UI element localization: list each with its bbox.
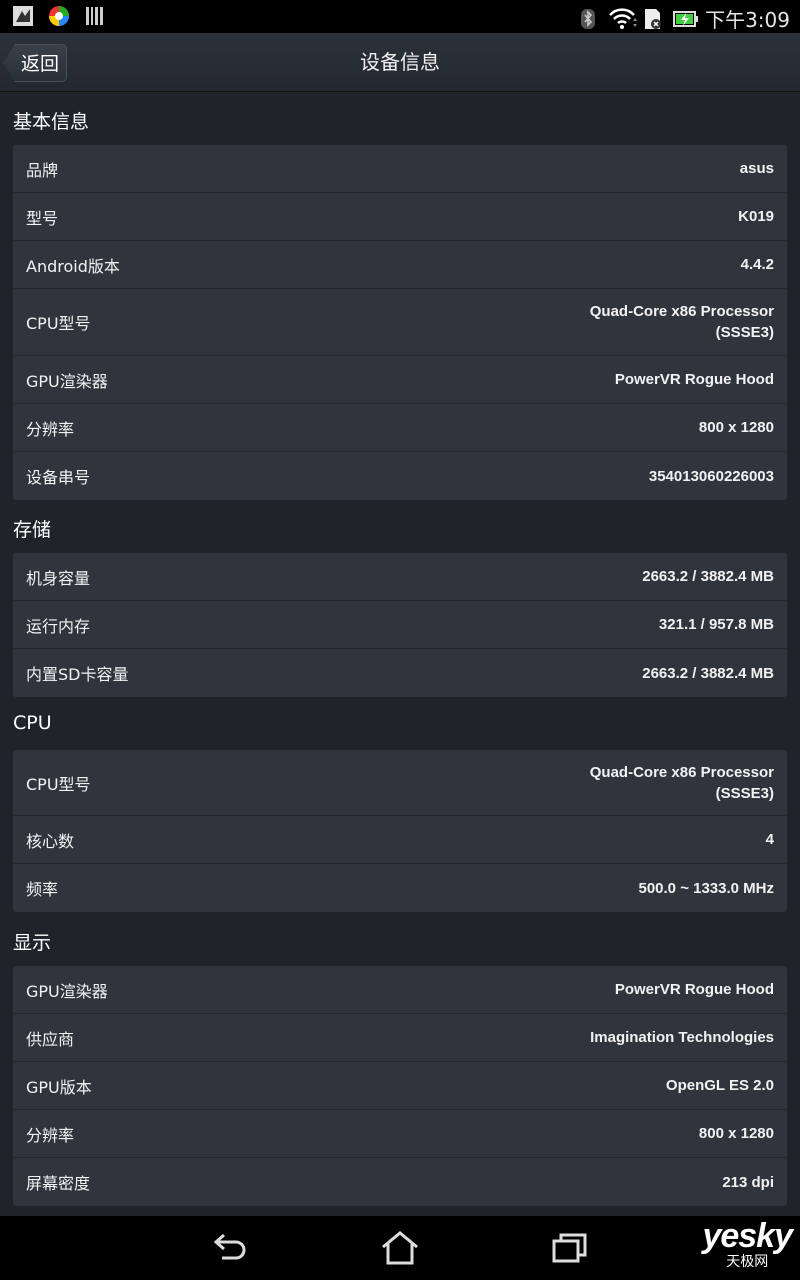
list-item: 分辨率 800 x 1280 [13,1110,787,1158]
section-group-display: GPU渲染器 PowerVR Rogue Hood 供应商 Imaginatio… [13,966,787,1206]
list-item: 供应商 Imagination Technologies [13,1014,787,1062]
row-value: Quad-Core x86 Processor (SSSE3) [589,763,774,802]
barcode-icon [84,5,106,27]
watermark-logo: yesky [702,1217,793,1255]
list-item: 运行内存 321.1 / 957.8 MB [13,601,787,649]
colorful-app-icon [48,5,70,27]
list-item: 分辨率 800 x 1280 [13,404,787,452]
section-title-basic: 基本信息 [13,111,90,133]
list-item: 设备串号 354013060226003 [13,452,787,500]
recent-apps-icon[interactable] [550,1230,590,1266]
section-group-storage: 机身容量 2663.2 / 3882.4 MB 运行内存 321.1 / 957… [13,553,787,697]
notification-app-icon [12,5,34,27]
row-value: Imagination Technologies [590,1029,774,1046]
list-item: 机身容量 2663.2 / 3882.4 MB [13,553,787,601]
row-label: GPU版本 [26,1077,92,1097]
status-time: 下午3:09 [705,8,790,32]
home-nav-icon[interactable] [380,1230,420,1266]
section-title-display: 显示 [13,932,52,954]
row-value: 800 x 1280 [698,1125,774,1142]
row-label: 分辨率 [26,419,75,439]
row-value: 4 [765,831,774,848]
row-label: 核心数 [26,831,75,851]
page-title: 设备信息 [360,50,440,74]
row-label: 供应商 [26,1029,75,1049]
list-item: 内置SD卡容量 2663.2 / 3882.4 MB [13,649,787,697]
row-label: 机身容量 [26,568,91,588]
row-label: GPU渲染器 [26,981,108,1001]
row-value: OpenGL ES 2.0 [665,1077,774,1094]
row-label: CPU型号 [26,774,91,794]
row-value: 800 x 1280 [698,419,774,436]
back-button[interactable]: 返回 [3,44,67,82]
row-value: K019 [738,208,774,225]
row-label: 分辨率 [26,1125,75,1145]
row-label: 品牌 [26,160,59,180]
row-label: GPU渲染器 [26,371,108,391]
row-value: PowerVR Rogue Hood [614,981,774,998]
row-value: Quad-Core x86 Processor (SSSE3) [589,303,774,341]
sd-card-icon [641,8,663,30]
battery-charging-icon [673,8,699,30]
row-label: 频率 [26,880,59,899]
list-item: 型号 K019 [13,193,787,241]
navigation-bar [0,1216,800,1280]
section-title-cpu: CPU [13,712,52,734]
row-value: 354013060226003 [648,467,774,485]
list-item: 频率 500.0 ~ 1333.0 MHz [13,864,787,912]
action-bar: 返回 设备信息 [0,33,800,92]
back-nav-icon[interactable] [210,1230,250,1266]
list-item: CPU型号 Quad-Core x86 Processor (SSSE3) [13,289,787,356]
list-item: Android版本 4.4.2 [13,241,787,289]
list-item: GPU渲染器 PowerVR Rogue Hood [13,356,787,404]
section-group-basic: 品牌 asus 型号 K019 Android版本 4.4.2 CPU型号 Qu… [13,145,787,500]
list-item: 屏幕密度 213 dpi [13,1158,787,1206]
bluetooth-icon [577,8,599,30]
list-item: 品牌 asus [13,145,787,193]
row-value: 500.0 ~ 1333.0 MHz [638,879,774,897]
row-label: 内置SD卡容量 [26,665,129,684]
list-item: GPU渲染器 PowerVR Rogue Hood [13,966,787,1014]
device-info-list[interactable]: 基本信息 品牌 asus 型号 K019 Android版本 4.4.2 CPU… [0,92,800,1216]
row-value: 213 dpi [722,1173,774,1191]
row-value: 4.4.2 [740,256,774,273]
section-title-storage: 存储 [13,519,52,541]
row-value: 321.1 / 957.8 MB [658,616,774,633]
row-value: PowerVR Rogue Hood [614,371,774,388]
row-label: 运行内存 [26,616,91,636]
section-group-cpu: CPU型号 Quad-Core x86 Processor (SSSE3) 核心… [13,750,787,912]
row-value: 2663.2 / 3882.4 MB [642,568,774,585]
watermark-sub: 天极网 [726,1253,769,1269]
status-bar: 下午3:09 [0,0,800,33]
list-item: CPU型号 Quad-Core x86 Processor (SSSE3) [13,750,787,816]
row-label: 型号 [26,208,59,228]
list-item: GPU版本 OpenGL ES 2.0 [13,1062,787,1110]
row-label: 屏幕密度 [26,1174,91,1193]
row-value: 2663.2 / 3882.4 MB [642,664,774,682]
row-label: 设备串号 [26,468,91,487]
watermark: yesky 天极网 [702,1217,793,1269]
list-item: 核心数 4 [13,816,787,864]
row-label: CPU型号 [26,314,91,333]
row-value: asus [739,160,774,177]
row-label: Android版本 [26,256,120,276]
wifi-icon [609,7,638,30]
